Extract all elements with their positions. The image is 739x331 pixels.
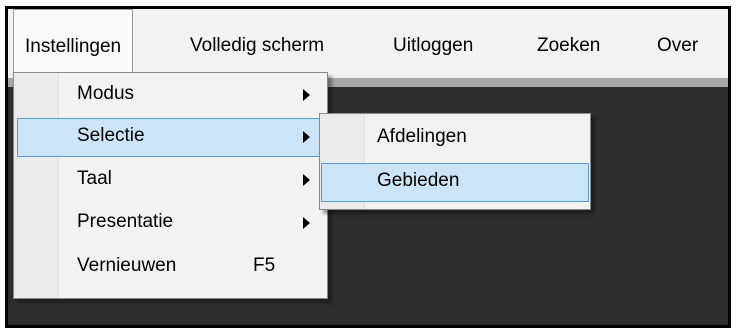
application-window: Instellingen Volledig scherm Uitloggen Z… — [5, 6, 731, 328]
menu-over[interactable]: Over — [646, 9, 709, 75]
menu-bar: Instellingen Volledig scherm Uitloggen Z… — [8, 9, 728, 75]
menu-item-label: Modus — [77, 83, 135, 104]
menu-item-vernieuwen[interactable]: Vernieuwen F5 — [17, 248, 324, 287]
selection-submenu: Afdelingen Gebieden — [319, 113, 591, 210]
menu-item-label: Selectie — [77, 125, 145, 146]
menu-item-shortcut: F5 — [253, 255, 276, 276]
menu-instellingen[interactable]: Instellingen — [13, 9, 134, 74]
menu-item-presentatie[interactable]: Presentatie — [17, 204, 324, 243]
submenu-arrow-icon — [303, 89, 310, 101]
menu-item-selectie[interactable]: Selectie — [17, 118, 324, 157]
submenu-arrow-icon — [303, 131, 310, 143]
menu-volledig-scherm[interactable]: Volledig scherm — [179, 9, 335, 75]
menu-item-gebieden[interactable]: Gebieden — [321, 163, 589, 202]
menu-item-label: Presentatie — [77, 211, 174, 232]
menu-item-label: Afdelingen — [377, 126, 467, 147]
menu-zoeken[interactable]: Zoeken — [526, 9, 611, 75]
menu-item-taal[interactable]: Taal — [17, 161, 324, 200]
menu-uitloggen[interactable]: Uitloggen — [382, 9, 484, 75]
menu-item-modus[interactable]: Modus — [17, 76, 324, 115]
menu-item-label: Vernieuwen — [77, 255, 177, 276]
submenu-arrow-icon — [303, 217, 310, 229]
settings-dropdown-menu: Modus Selectie Taal Presentatie Vernieuw… — [13, 72, 328, 299]
submenu-arrow-icon — [303, 174, 310, 186]
menu-item-label: Taal — [77, 168, 112, 189]
menu-item-afdelingen[interactable]: Afdelingen — [323, 119, 587, 158]
menu-item-label: Gebieden — [377, 170, 460, 191]
